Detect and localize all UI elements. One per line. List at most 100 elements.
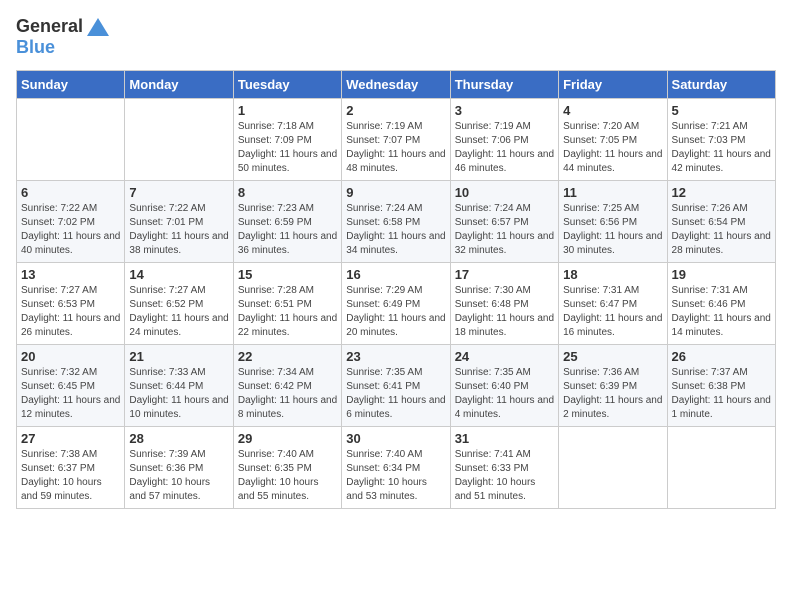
day-number: 26 <box>672 349 771 364</box>
calendar-cell <box>559 427 667 509</box>
calendar-cell <box>125 99 233 181</box>
day-number: 27 <box>21 431 120 446</box>
calendar-cell: 10 Sunrise: 7:24 AMSunset: 6:57 PMDayligh… <box>450 181 558 263</box>
calendar-cell: 18 Sunrise: 7:31 AMSunset: 6:47 PMDayligh… <box>559 263 667 345</box>
weekday-header: Wednesday <box>342 71 450 99</box>
cell-info: Sunrise: 7:27 AMSunset: 6:53 PMDaylight:… <box>21 284 120 340</box>
calendar-cell: 20 Sunrise: 7:32 AMSunset: 6:45 PMDayligh… <box>17 345 125 427</box>
cell-info: Sunrise: 7:26 AMSunset: 6:54 PMDaylight:… <box>672 202 771 258</box>
calendar-cell: 5 Sunrise: 7:21 AMSunset: 7:03 PMDaylight… <box>667 99 775 181</box>
calendar-cell <box>17 99 125 181</box>
calendar-cell: 19 Sunrise: 7:31 AMSunset: 6:46 PMDayligh… <box>667 263 775 345</box>
day-number: 21 <box>129 349 228 364</box>
calendar-cell: 6Sunrise: 7:22 AMSunset: 7:02 PMDaylight… <box>17 181 125 263</box>
day-number: 4 <box>563 103 662 118</box>
cell-info: Sunrise: 7:33 AMSunset: 6:44 PMDaylight:… <box>129 366 228 422</box>
day-number: 18 <box>563 267 662 282</box>
day-number: 25 <box>563 349 662 364</box>
calendar-week-row: 13 Sunrise: 7:27 AMSunset: 6:53 PMDayligh… <box>17 263 776 345</box>
cell-info: Sunrise: 7:35 AMSunset: 6:41 PMDaylight:… <box>346 366 445 422</box>
day-number: 16 <box>346 267 445 282</box>
cell-info: Sunrise: 7:18 AMSunset: 7:09 PMDaylight:… <box>238 120 337 176</box>
calendar-cell: 15Sunrise: 7:28 AMSunset: 6:51 PMDayligh… <box>233 263 341 345</box>
calendar-cell: 27 Sunrise: 7:38 AMSunset: 6:37 PMDayligh… <box>17 427 125 509</box>
calendar-cell: 13 Sunrise: 7:27 AMSunset: 6:53 PMDayligh… <box>17 263 125 345</box>
day-number: 28 <box>129 431 228 446</box>
calendar-cell: 3 Sunrise: 7:19 AMSunset: 7:06 PMDaylight… <box>450 99 558 181</box>
calendar-cell: 28 Sunrise: 7:39 AMSunset: 6:36 PMDayligh… <box>125 427 233 509</box>
cell-info: Sunrise: 7:22 AMSunset: 7:01 PMDaylight:… <box>129 202 228 258</box>
weekday-header: Saturday <box>667 71 775 99</box>
calendar-cell: 14 Sunrise: 7:27 AMSunset: 6:52 PMDayligh… <box>125 263 233 345</box>
calendar-week-row: 20 Sunrise: 7:32 AMSunset: 6:45 PMDayligh… <box>17 345 776 427</box>
calendar-cell: 11 Sunrise: 7:25 AMSunset: 6:56 PMDayligh… <box>559 181 667 263</box>
calendar-cell: 9Sunrise: 7:24 AMSunset: 6:58 PMDaylight… <box>342 181 450 263</box>
day-number: 10 <box>455 185 554 200</box>
cell-info: Sunrise: 7:20 AMSunset: 7:05 PMDaylight:… <box>563 120 662 176</box>
calendar-header-row: SundayMondayTuesdayWednesdayThursdayFrid… <box>17 71 776 99</box>
cell-info: Sunrise: 7:39 AMSunset: 6:36 PMDaylight:… <box>129 448 228 504</box>
cell-info: Sunrise: 7:38 AMSunset: 6:37 PMDaylight:… <box>21 448 120 504</box>
day-number: 5 <box>672 103 771 118</box>
calendar-cell: 30 Sunrise: 7:40 AMSunset: 6:34 PMDayligh… <box>342 427 450 509</box>
calendar-cell: 23 Sunrise: 7:35 AMSunset: 6:41 PMDayligh… <box>342 345 450 427</box>
calendar-cell: 29 Sunrise: 7:40 AMSunset: 6:35 PMDayligh… <box>233 427 341 509</box>
calendar-cell: 25Sunrise: 7:36 AMSunset: 6:39 PMDayligh… <box>559 345 667 427</box>
day-number: 20 <box>21 349 120 364</box>
logo-icon <box>87 18 109 36</box>
cell-info: Sunrise: 7:40 AMSunset: 6:35 PMDaylight:… <box>238 448 337 504</box>
calendar-cell: 7 Sunrise: 7:22 AMSunset: 7:01 PMDaylight… <box>125 181 233 263</box>
day-number: 22 <box>238 349 337 364</box>
calendar-cell: 12 Sunrise: 7:26 AMSunset: 6:54 PMDayligh… <box>667 181 775 263</box>
day-number: 7 <box>129 185 228 200</box>
calendar-cell: 4 Sunrise: 7:20 AMSunset: 7:05 PMDaylight… <box>559 99 667 181</box>
cell-info: Sunrise: 7:41 AMSunset: 6:33 PMDaylight:… <box>455 448 554 504</box>
weekday-header: Thursday <box>450 71 558 99</box>
cell-info: Sunrise: 7:19 AMSunset: 7:06 PMDaylight:… <box>455 120 554 176</box>
cell-info: Sunrise: 7:21 AMSunset: 7:03 PMDaylight:… <box>672 120 771 176</box>
logo-general-text: General <box>16 16 83 37</box>
calendar-cell: 22 Sunrise: 7:34 AMSunset: 6:42 PMDayligh… <box>233 345 341 427</box>
day-number: 13 <box>21 267 120 282</box>
day-number: 30 <box>346 431 445 446</box>
day-number: 17 <box>455 267 554 282</box>
calendar-cell: 2Sunrise: 7:19 AMSunset: 7:07 PMDaylight… <box>342 99 450 181</box>
weekday-header: Friday <box>559 71 667 99</box>
logo: General Blue <box>16 16 109 58</box>
calendar-week-row: 1 Sunrise: 7:18 AMSunset: 7:09 PMDaylight… <box>17 99 776 181</box>
weekday-header: Tuesday <box>233 71 341 99</box>
cell-info: Sunrise: 7:27 AMSunset: 6:52 PMDaylight:… <box>129 284 228 340</box>
cell-info: Sunrise: 7:40 AMSunset: 6:34 PMDaylight:… <box>346 448 445 504</box>
cell-info: Sunrise: 7:34 AMSunset: 6:42 PMDaylight:… <box>238 366 337 422</box>
cell-info: Sunrise: 7:19 AMSunset: 7:07 PMDaylight:… <box>346 120 445 176</box>
day-number: 19 <box>672 267 771 282</box>
calendar-cell: 8 Sunrise: 7:23 AMSunset: 6:59 PMDaylight… <box>233 181 341 263</box>
day-number: 1 <box>238 103 337 118</box>
day-number: 11 <box>563 185 662 200</box>
cell-info: Sunrise: 7:25 AMSunset: 6:56 PMDaylight:… <box>563 202 662 258</box>
day-number: 31 <box>455 431 554 446</box>
day-number: 14 <box>129 267 228 282</box>
cell-info: Sunrise: 7:24 AMSunset: 6:58 PMDaylight:… <box>346 202 445 258</box>
day-number: 12 <box>672 185 771 200</box>
calendar-cell: 21 Sunrise: 7:33 AMSunset: 6:44 PMDayligh… <box>125 345 233 427</box>
calendar-table: SundayMondayTuesdayWednesdayThursdayFrid… <box>16 70 776 509</box>
day-number: 29 <box>238 431 337 446</box>
day-number: 23 <box>346 349 445 364</box>
calendar-cell: 16 Sunrise: 7:29 AMSunset: 6:49 PMDayligh… <box>342 263 450 345</box>
cell-info: Sunrise: 7:23 AMSunset: 6:59 PMDaylight:… <box>238 202 337 258</box>
cell-info: Sunrise: 7:31 AMSunset: 6:46 PMDaylight:… <box>672 284 771 340</box>
cell-info: Sunrise: 7:29 AMSunset: 6:49 PMDaylight:… <box>346 284 445 340</box>
cell-info: Sunrise: 7:37 AMSunset: 6:38 PMDaylight:… <box>672 366 771 422</box>
cell-info: Sunrise: 7:30 AMSunset: 6:48 PMDaylight:… <box>455 284 554 340</box>
page-header: General Blue <box>16 16 776 58</box>
calendar-cell <box>667 427 775 509</box>
cell-info: Sunrise: 7:31 AMSunset: 6:47 PMDaylight:… <box>563 284 662 340</box>
calendar-cell: 17 Sunrise: 7:30 AMSunset: 6:48 PMDayligh… <box>450 263 558 345</box>
day-number: 3 <box>455 103 554 118</box>
day-number: 8 <box>238 185 337 200</box>
cell-info: Sunrise: 7:35 AMSunset: 6:40 PMDaylight:… <box>455 366 554 422</box>
cell-info: Sunrise: 7:32 AMSunset: 6:45 PMDaylight:… <box>21 366 120 422</box>
day-number: 6 <box>21 185 120 200</box>
cell-info: Sunrise: 7:24 AMSunset: 6:57 PMDaylight:… <box>455 202 554 258</box>
